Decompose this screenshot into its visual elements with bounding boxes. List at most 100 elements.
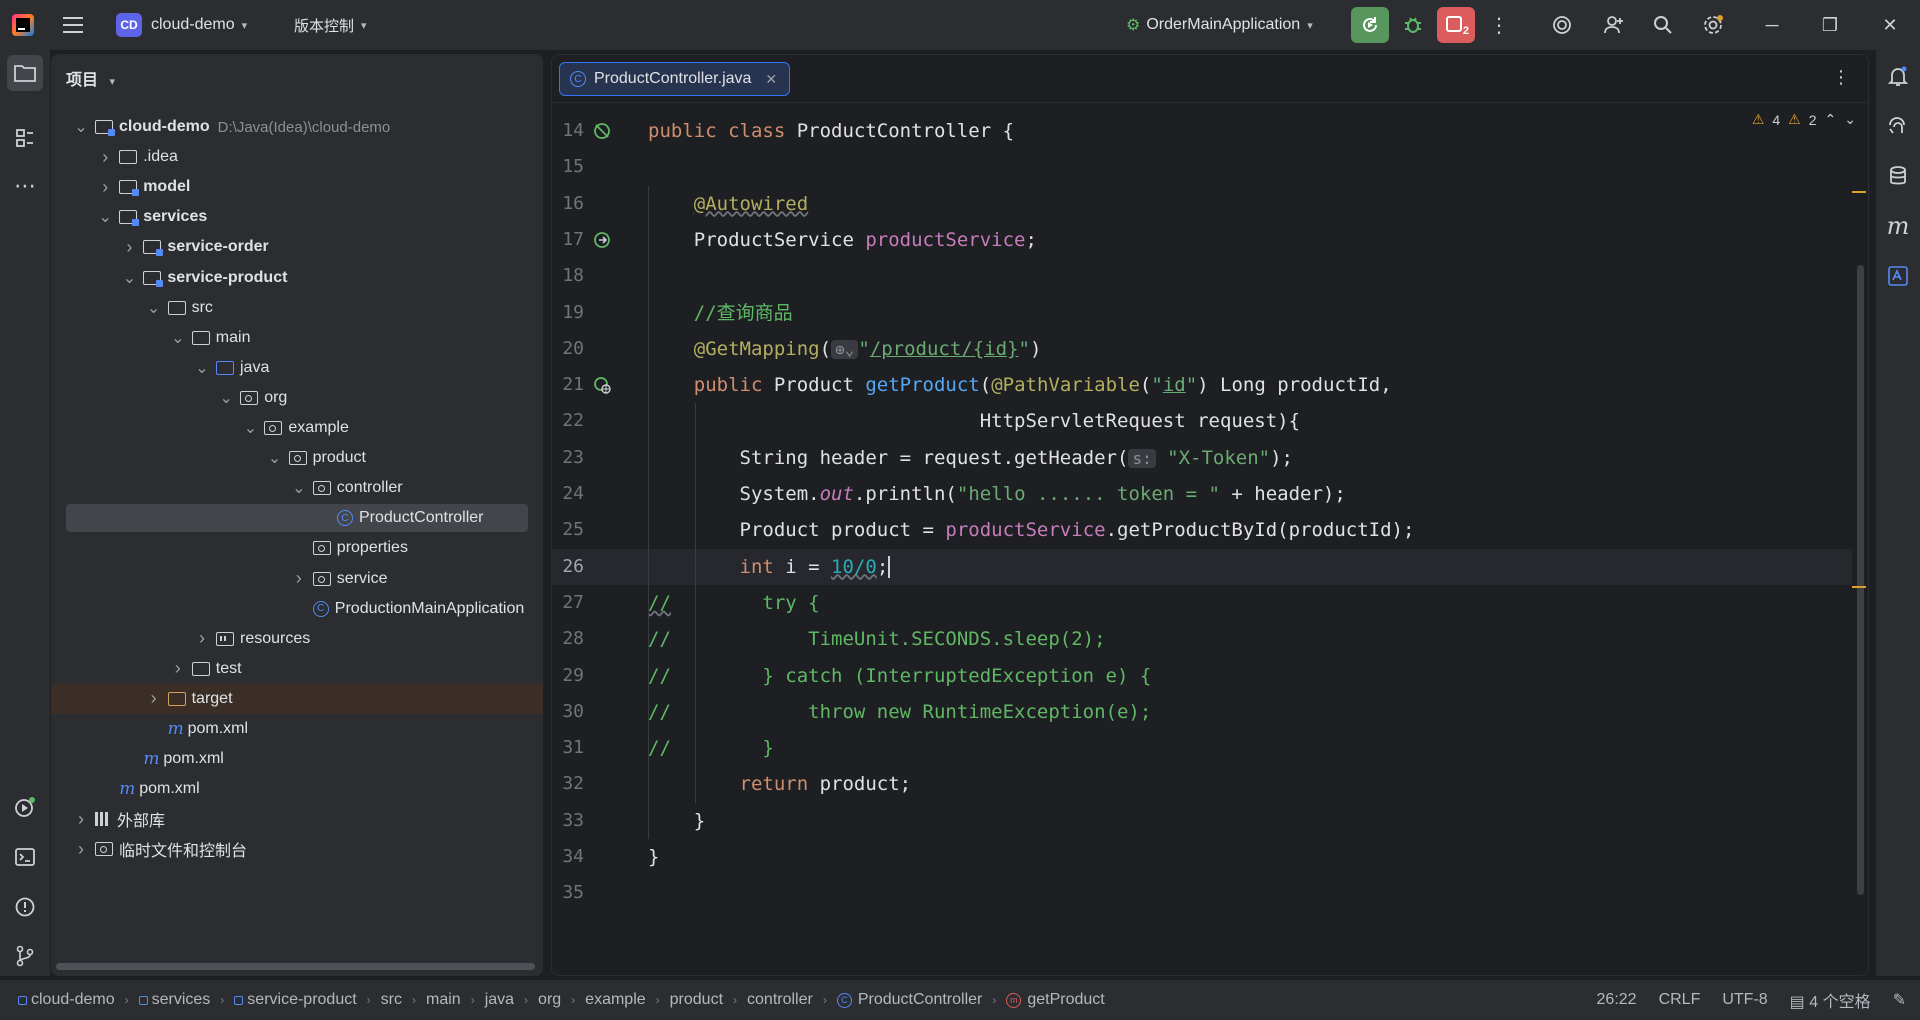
project-panel-header[interactable]: 项目 ▾ <box>66 66 115 90</box>
line-number[interactable]: 22 <box>552 403 584 439</box>
tree-item[interactable]: ⌄ org <box>51 383 543 413</box>
line-number[interactable]: 17 <box>552 222 584 258</box>
line-number[interactable]: 31 <box>552 730 584 766</box>
line-number[interactable]: 32 <box>552 766 584 802</box>
code-line[interactable]: 31 // } <box>552 730 1852 766</box>
code-line[interactable]: 30 // throw new RuntimeException(e); <box>552 694 1852 730</box>
breadcrumb-item[interactable]: java › <box>485 991 538 1009</box>
code-line[interactable]: 22 HttpServletRequest request){ <box>552 403 1852 439</box>
run-configuration-selector[interactable]: ⚙ OrderMainApplication ▾ <box>1126 0 1313 50</box>
line-number[interactable]: 15 <box>552 149 584 185</box>
line-number[interactable]: 14 <box>552 113 584 149</box>
indent-setting[interactable]: ▤ 4 个空格 <box>1790 988 1871 1012</box>
line-number[interactable]: 23 <box>552 440 584 476</box>
readonly-toggle-icon[interactable]: ✎ <box>1893 990 1906 1010</box>
line-number[interactable]: 30 <box>552 694 584 730</box>
git-branch-icon[interactable] <box>7 938 43 974</box>
tree-item[interactable]: › test <box>51 654 543 684</box>
autowired-navigate-gutter-icon[interactable] <box>592 230 612 250</box>
chevron-down-icon[interactable]: ⌄ <box>218 388 234 408</box>
tree-item[interactable]: ⌄ cloud-demo D:\Java(Idea)\cloud-demo <box>51 112 543 142</box>
tab-productcontroller[interactable]: C ProductController.java ✕ <box>559 62 790 96</box>
chevron-right-icon[interactable]: › <box>291 568 307 589</box>
warning-stripe-marker[interactable] <box>1852 191 1866 193</box>
breadcrumb-item[interactable]: C ProductController › <box>836 991 1007 1009</box>
chevron-right-icon[interactable]: › <box>170 658 186 679</box>
tree-item[interactable]: ⌄ controller <box>51 473 543 503</box>
tree-item[interactable]: › resources <box>51 624 543 654</box>
chevron-down-icon[interactable]: ⌄ <box>146 298 162 318</box>
tab-options-icon[interactable]: ⋮ <box>1832 67 1850 88</box>
tree-item[interactable]: ⌄ services <box>51 202 543 232</box>
breadcrumb-item[interactable]: src › <box>381 991 426 1009</box>
line-number[interactable]: 20 <box>552 331 584 367</box>
services-run-icon[interactable] <box>7 789 43 825</box>
line-separator[interactable]: CRLF <box>1659 991 1701 1009</box>
code-line[interactable]: 23 String header = request.getHeader(s: … <box>552 440 1852 476</box>
tree-item[interactable]: ⌄ src <box>51 293 543 323</box>
code-line[interactable]: 27 // try { <box>552 585 1852 621</box>
breadcrumb-item[interactable]: controller › <box>747 991 837 1009</box>
maven-icon[interactable]: m <box>1880 208 1916 244</box>
breadcrumb-item[interactable]: org › <box>538 991 585 1009</box>
code-line[interactable]: 35 <box>552 875 1852 911</box>
main-menu-icon[interactable] <box>60 0 86 50</box>
ai-chat-icon[interactable] <box>1880 108 1916 144</box>
breadcrumb-item[interactable]: main › <box>426 991 485 1009</box>
vcs-menu[interactable]: 版本控制 ▾ <box>294 0 367 50</box>
chevron-right-icon[interactable]: › <box>73 839 89 860</box>
tree-item[interactable]: › target <box>51 683 543 714</box>
warning-stripe-marker[interactable] <box>1852 586 1866 588</box>
tree-item[interactable]: m pom.xml <box>51 774 543 804</box>
chevron-down-icon[interactable]: ⌄ <box>170 328 186 348</box>
tree-item[interactable]: C ProductionMainApplication <box>51 594 543 624</box>
code-line[interactable]: 25 Product product = productService.getP… <box>552 512 1852 548</box>
code-line[interactable]: 19 //查询商品 <box>552 295 1852 331</box>
line-number[interactable]: 21 <box>552 367 584 403</box>
line-number[interactable]: 27 <box>552 585 584 621</box>
endpoint-web-gutter-icon[interactable] <box>592 375 612 395</box>
settings-gear-icon[interactable] <box>1697 0 1729 50</box>
tree-item[interactable]: › service-order <box>51 232 543 262</box>
line-number[interactable]: 18 <box>552 258 584 294</box>
code-line[interactable]: 34} <box>552 839 1852 875</box>
chevron-right-icon[interactable]: › <box>194 628 210 649</box>
code-line[interactable]: 21 public Product getProduct(@PathVariab… <box>552 367 1852 403</box>
line-number[interactable]: 19 <box>552 295 584 331</box>
project-tool-folder-icon[interactable] <box>7 55 43 91</box>
notifications-bell-icon[interactable] <box>1880 58 1916 94</box>
code-line[interactable]: 24 System.out.println("hello ...... toke… <box>552 476 1852 512</box>
line-number[interactable]: 35 <box>552 875 584 911</box>
translation-icon[interactable] <box>1880 258 1916 294</box>
stop-button[interactable]: 2 <box>1437 7 1475 43</box>
structure-icon[interactable] <box>7 120 43 156</box>
debug-button[interactable] <box>1399 0 1427 50</box>
more-tools-icon[interactable]: ⋯ <box>7 168 43 204</box>
code-line[interactable]: 16 @Autowired <box>552 186 1852 222</box>
chevron-right-icon[interactable]: › <box>97 147 113 168</box>
line-number[interactable]: 24 <box>552 476 584 512</box>
caret-position[interactable]: 26:22 <box>1597 991 1637 1009</box>
minimize-window-icon[interactable]: ─ <box>1752 0 1792 50</box>
tree-item[interactable]: ⌄ main <box>51 323 543 353</box>
ai-assistant-icon[interactable] <box>1546 0 1578 50</box>
line-number[interactable]: 26 <box>552 549 584 585</box>
spring-bean-gutter-icon[interactable] <box>592 121 612 141</box>
restore-window-icon[interactable]: ❐ <box>1810 0 1850 50</box>
tree-item[interactable]: ⌄ service-product <box>51 263 543 293</box>
code-line[interactable]: 14 public class ProductController { <box>552 113 1852 149</box>
breadcrumb-item[interactable]: product › <box>670 991 747 1009</box>
line-number[interactable]: 28 <box>552 621 584 657</box>
tree-item[interactable]: ⌄ example <box>51 413 543 443</box>
tree-item[interactable]: › model <box>51 172 543 202</box>
vertical-scrollbar[interactable] <box>1857 265 1864 895</box>
more-actions-icon[interactable]: ⋮ <box>1483 0 1515 50</box>
tree-item[interactable]: › service <box>51 564 543 594</box>
tree-item[interactable]: m pom.xml <box>51 744 543 774</box>
add-user-icon[interactable] <box>1597 0 1629 50</box>
code-line[interactable]: 33 } <box>552 803 1852 839</box>
breadcrumb-item[interactable]: cloud-demo › <box>18 991 139 1009</box>
code-line[interactable]: 26 int i = 10/0; <box>552 548 1852 585</box>
chevron-down-icon[interactable]: ⌄ <box>194 358 210 378</box>
rerun-button[interactable] <box>1351 7 1389 43</box>
